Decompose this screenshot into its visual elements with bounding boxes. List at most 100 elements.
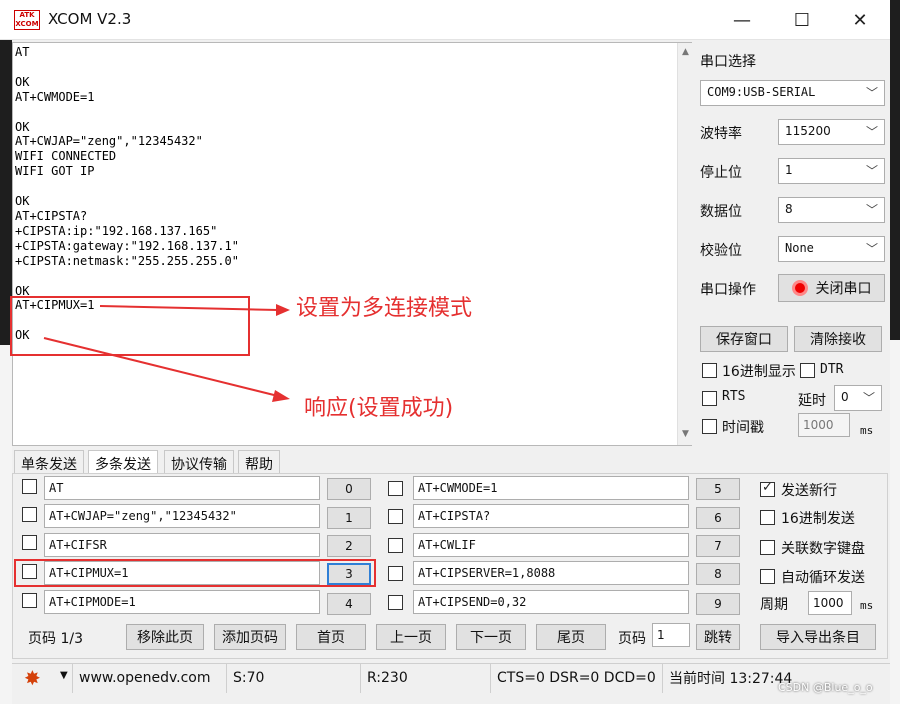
- baud-select[interactable]: 115200 ﹀: [778, 119, 885, 145]
- rts-checkbox[interactable]: [702, 391, 717, 406]
- chevron-down-icon: ﹀: [865, 203, 878, 217]
- send-newline-checkbox[interactable]: [760, 480, 775, 497]
- cmd-input-8[interactable]: AT+CIPSERVER=1,8088: [413, 561, 689, 585]
- import-export-button[interactable]: 导入导出条目: [760, 624, 876, 650]
- cmd-checkbox-8[interactable]: [388, 566, 403, 581]
- cmd-input-4[interactable]: AT+CIPMODE=1: [44, 590, 320, 614]
- stopbits-label: 停止位: [700, 165, 742, 181]
- last-page-button[interactable]: 尾页: [536, 624, 606, 650]
- cmd-input-1[interactable]: AT+CWJAP="zeng","12345432": [44, 504, 320, 528]
- dtr-checkbox[interactable]: [800, 363, 815, 378]
- chevron-down-icon: ﹀: [865, 86, 878, 100]
- tab-single-send[interactable]: 单条发送: [14, 450, 84, 474]
- send-button-1[interactable]: 1: [327, 507, 371, 529]
- page-num-label: 页码: [618, 631, 646, 647]
- delay-label: 延时: [798, 393, 826, 409]
- port-select-value: COM9:USB-SERIAL: [707, 85, 816, 99]
- tab-help[interactable]: 帮助: [238, 450, 280, 474]
- page-num-input[interactable]: 1: [652, 623, 690, 647]
- cmd-checkbox-7[interactable]: [388, 538, 403, 553]
- parity-label: 校验位: [700, 243, 742, 259]
- send-button-6[interactable]: 6: [696, 507, 740, 529]
- cmd-input-9[interactable]: AT+CIPSEND=0,32: [413, 590, 689, 614]
- close-port-button[interactable]: 关闭串口: [778, 274, 885, 302]
- numpad-checkbox[interactable]: [760, 540, 775, 555]
- timestamp-checkbox[interactable]: [702, 419, 717, 434]
- port-select-label: 串口选择: [700, 54, 756, 70]
- rts-label: RTS: [722, 389, 746, 404]
- stopbits-value: 1: [785, 163, 793, 177]
- cmd-checkbox-5[interactable]: [388, 481, 403, 496]
- numpad-label: 关联数字键盘: [781, 541, 865, 557]
- cmd-input-5[interactable]: AT+CWMODE=1: [413, 476, 689, 500]
- settings-gear-icon[interactable]: ✸: [24, 666, 41, 690]
- prev-page-button[interactable]: 上一页: [376, 624, 446, 650]
- chevron-down-icon: ﹀: [865, 242, 878, 256]
- send-button-0[interactable]: 0: [327, 478, 371, 500]
- cmd-input-6[interactable]: AT+CIPSTA?: [413, 504, 689, 528]
- dtr-label: DTR: [820, 362, 844, 377]
- timestamp-interval-input[interactable]: 1000: [798, 413, 850, 437]
- cmd-checkbox-0[interactable]: [22, 479, 37, 494]
- send-button-7[interactable]: 7: [696, 535, 740, 557]
- hex-display-checkbox[interactable]: [702, 363, 717, 378]
- auto-loop-checkbox[interactable]: [760, 569, 775, 584]
- databits-select[interactable]: 8 ﹀: [778, 197, 885, 223]
- cmd-input-7[interactable]: AT+CWLIF: [413, 533, 689, 557]
- cmd-checkbox-9[interactable]: [388, 595, 403, 610]
- stopbits-select[interactable]: 1 ﹀: [778, 158, 885, 184]
- status-received: R:230: [360, 663, 490, 693]
- period-input[interactable]: 1000: [808, 591, 852, 615]
- cmd-checkbox-6[interactable]: [388, 509, 403, 524]
- cmd-input-2[interactable]: AT+CIFSR: [44, 533, 320, 557]
- first-page-button[interactable]: 首页: [296, 624, 366, 650]
- port-select[interactable]: COM9:USB-SERIAL ﹀: [700, 80, 885, 106]
- cmd-checkbox-4[interactable]: [22, 593, 37, 608]
- remove-page-button[interactable]: 移除此页: [126, 624, 204, 650]
- delay-value: 0: [841, 390, 849, 404]
- auto-loop-label: 自动循环发送: [781, 570, 865, 586]
- add-page-button[interactable]: 添加页码: [214, 624, 286, 650]
- hex-send-label: 16进制发送: [781, 511, 855, 527]
- send-button-5[interactable]: 5: [696, 478, 740, 500]
- hex-display-label: 16进制显示: [722, 364, 796, 380]
- send-button-9[interactable]: 9: [696, 593, 740, 615]
- cmd-checkbox-2[interactable]: [22, 535, 37, 550]
- cmd-input-0[interactable]: AT: [44, 476, 320, 500]
- jump-button[interactable]: 跳转: [696, 624, 740, 650]
- save-window-button[interactable]: 保存窗口: [700, 326, 788, 352]
- send-button-4[interactable]: 4: [327, 593, 371, 615]
- status-sent: S:70: [226, 663, 360, 693]
- port-status-icon: [791, 280, 808, 296]
- tab-multi-send[interactable]: 多条发送: [88, 450, 158, 474]
- baud-value: 115200: [785, 124, 831, 138]
- next-page-button[interactable]: 下一页: [456, 624, 526, 650]
- chevron-down-icon[interactable]: ▼: [60, 670, 68, 681]
- page-info: 页码 1/3: [28, 631, 83, 647]
- period-unit: ms: [860, 599, 874, 612]
- tab-protocol[interactable]: 协议传输: [164, 450, 234, 474]
- annotation-response: 响应(设置成功): [304, 396, 454, 421]
- timestamp-label: 时间戳: [722, 420, 764, 436]
- port-op-label: 串口操作: [700, 282, 756, 298]
- timestamp-unit: ms: [860, 424, 874, 437]
- hex-send-checkbox[interactable]: [760, 510, 775, 525]
- annotation-box-cmd: [14, 559, 376, 587]
- chevron-down-icon: ﹀: [865, 125, 878, 139]
- send-button-8[interactable]: 8: [696, 563, 740, 585]
- delay-select[interactable]: 0 ﹀: [834, 385, 882, 411]
- status-lines: CTS=0 DSR=0 DCD=0: [490, 663, 662, 693]
- baud-label: 波特率: [700, 126, 742, 142]
- close-port-label: 关闭串口: [815, 281, 872, 297]
- parity-value: None: [785, 241, 814, 255]
- databits-label: 数据位: [700, 204, 742, 220]
- parity-select[interactable]: None ﹀: [778, 236, 885, 262]
- chevron-down-icon: ﹀: [862, 391, 875, 405]
- send-newline-label: 发送新行: [781, 483, 837, 499]
- status-url[interactable]: www.openedv.com: [72, 663, 226, 693]
- chevron-down-icon: ﹀: [865, 164, 878, 178]
- cmd-checkbox-1[interactable]: [22, 507, 37, 522]
- send-button-2[interactable]: 2: [327, 535, 371, 557]
- clear-receive-button[interactable]: 清除接收: [794, 326, 882, 352]
- period-label: 周期: [760, 597, 788, 613]
